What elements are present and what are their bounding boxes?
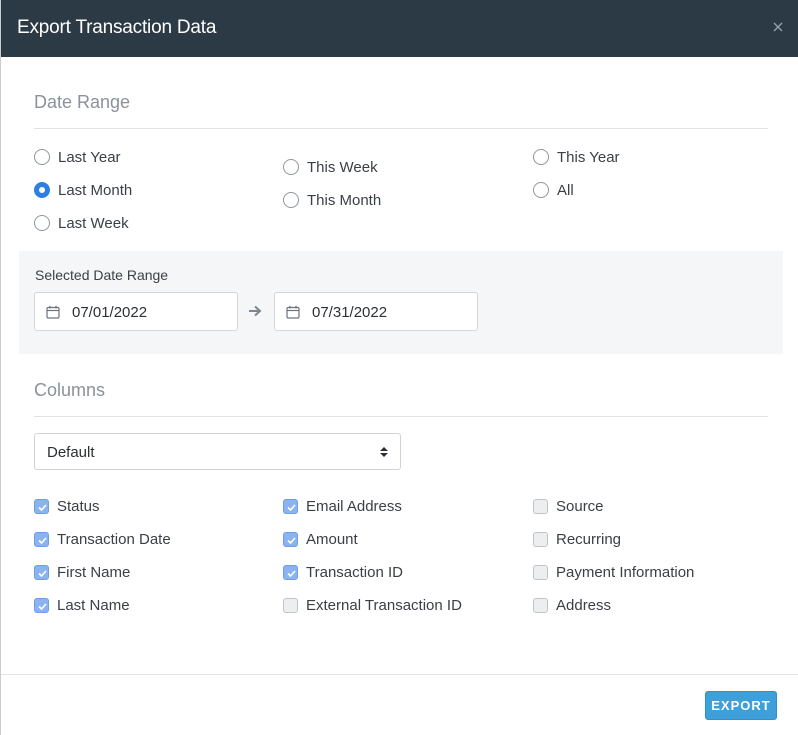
radio-this-month[interactable]: This Month <box>283 190 381 210</box>
dialog-title: Export Transaction Data <box>17 17 217 38</box>
start-date-input[interactable]: 07/01/2022 <box>34 292 238 331</box>
radio-label: Last Year <box>58 148 121 166</box>
columns-divider <box>34 416 768 417</box>
column-address[interactable]: Address <box>533 595 611 615</box>
radio-last-week[interactable]: Last Week <box>34 213 129 233</box>
checkbox[interactable] <box>283 531 298 547</box>
radio-button[interactable] <box>533 182 549 198</box>
checkbox[interactable] <box>533 498 548 514</box>
checkbox-label: Recurring <box>556 530 622 548</box>
check-icon <box>38 602 47 610</box>
column-status[interactable]: Status <box>34 496 100 516</box>
radio-button[interactable] <box>34 149 50 165</box>
radio-button[interactable] <box>34 215 50 231</box>
arrow-right-icon <box>249 305 262 317</box>
radio-this-year[interactable]: This Year <box>533 147 620 167</box>
calendar-icon <box>286 305 300 319</box>
checkbox[interactable] <box>283 597 298 613</box>
radio-label: This Year <box>557 148 620 166</box>
check-icon <box>287 536 296 544</box>
check-icon <box>38 503 47 511</box>
radio-label: Last Month <box>58 181 133 199</box>
column-transaction-id[interactable]: Transaction ID <box>283 562 403 582</box>
columns-title: Columns <box>34 380 106 400</box>
select-arrows-icon <box>380 447 388 457</box>
radio-button[interactable] <box>34 182 50 198</box>
column-email-address[interactable]: Email Address <box>283 496 402 516</box>
column-source[interactable]: Source <box>533 496 604 516</box>
footer-divider <box>1 674 798 675</box>
checkbox[interactable] <box>34 531 49 547</box>
checkbox[interactable] <box>283 498 298 514</box>
dialog-header: Export Transaction Data <box>1 0 798 57</box>
checkbox-label: Amount <box>306 530 358 548</box>
start-date-value: 07/01/2022 <box>72 304 148 321</box>
check-icon <box>287 503 296 511</box>
radio-this-week[interactable]: This Week <box>283 157 378 177</box>
checkbox-label: Email Address <box>306 497 402 515</box>
checkbox-label: External Transaction ID <box>306 596 462 614</box>
checkbox[interactable] <box>34 564 49 580</box>
radio-label: This Month <box>307 191 382 209</box>
checkbox[interactable] <box>533 597 548 613</box>
close-icon[interactable] <box>771 20 785 34</box>
radio-label: All <box>557 181 574 199</box>
check-icon <box>287 569 296 577</box>
checkbox[interactable] <box>283 564 298 580</box>
end-date-input[interactable]: 07/31/2022 <box>274 292 478 331</box>
checkbox-label: Transaction Date <box>57 530 171 548</box>
radio-last-month[interactable]: Last Month <box>34 180 132 200</box>
column-preset-select[interactable]: Default <box>34 433 401 470</box>
checkbox-label: Transaction ID <box>306 563 403 581</box>
column-amount[interactable]: Amount <box>283 529 358 549</box>
column-first-name[interactable]: First Name <box>34 562 130 582</box>
column-transaction-date[interactable]: Transaction Date <box>34 529 171 549</box>
radio-button[interactable] <box>283 192 299 208</box>
column-preset-value: Default <box>47 444 95 461</box>
check-icon <box>38 536 47 544</box>
column-recurring[interactable]: Recurring <box>533 529 621 549</box>
column-last-name[interactable]: Last Name <box>34 595 130 615</box>
checkbox-label: Source <box>556 497 604 515</box>
check-icon <box>38 569 47 577</box>
selected-date-range-label: Selected Date Range <box>35 267 169 283</box>
checkbox[interactable] <box>34 597 49 613</box>
export-dialog: Export Transaction Data Date Range Last … <box>0 0 798 735</box>
radio-last-year[interactable]: Last Year <box>34 147 121 167</box>
date-range-title: Date Range <box>34 92 131 112</box>
checkbox-label: First Name <box>57 563 131 581</box>
export-button[interactable]: EXPORT <box>705 691 777 720</box>
checkbox[interactable] <box>34 498 49 514</box>
column-payment-information[interactable]: Payment Information <box>533 562 694 582</box>
checkbox[interactable] <box>533 564 548 580</box>
radio-label: This Week <box>307 158 378 176</box>
calendar-icon <box>46 305 60 319</box>
checkbox-label: Last Name <box>57 596 130 614</box>
radio-label: Last Week <box>58 214 129 232</box>
date-range-divider <box>34 128 768 129</box>
selected-date-range-panel: Selected Date Range 07/01/2022 07/31/202… <box>19 251 783 354</box>
checkbox-label: Status <box>57 497 100 515</box>
column-external-transaction-id[interactable]: External Transaction ID <box>283 595 462 615</box>
checkbox[interactable] <box>533 531 548 547</box>
end-date-value: 07/31/2022 <box>312 304 388 321</box>
checkbox-label: Address <box>556 596 612 614</box>
radio-all[interactable]: All <box>533 180 574 200</box>
radio-button[interactable] <box>283 159 299 175</box>
radio-button[interactable] <box>533 149 549 165</box>
checkbox-label: Payment Information <box>556 563 695 581</box>
